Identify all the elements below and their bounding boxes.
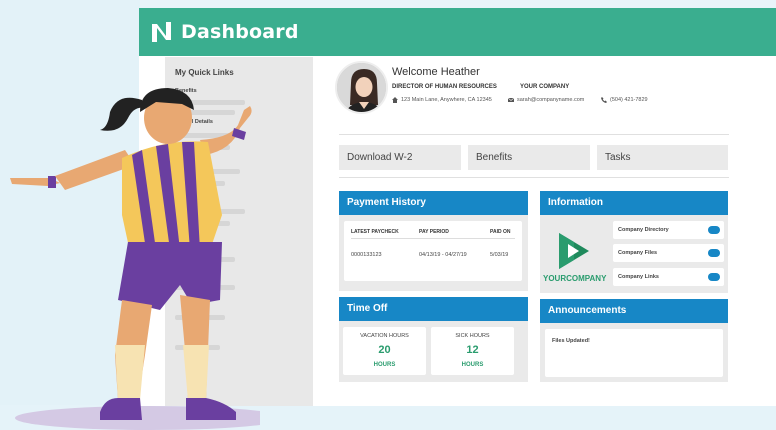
mail-icon [508, 97, 514, 102]
company-logo-icon [559, 233, 589, 269]
sidebar-placeholder-bar [175, 145, 230, 150]
sidebar-placeholder-bar [175, 209, 245, 214]
quick-links-sidebar: My Quick Links Benefits Payroll Details [165, 57, 313, 406]
column-header: PAY PERIOD [419, 229, 449, 235]
sick-label: SICK HOURS [455, 333, 490, 339]
payment-history-title: Payment History [339, 191, 528, 215]
vacation-hours-card: VACATION HOURS 20 HOURS [343, 327, 426, 375]
sidebar-title: My Quick Links [175, 68, 234, 77]
job-title: DIRECTOR OF HUMAN RESOURCES [392, 84, 497, 90]
payment-history-panel: Payment History LATEST PAYCHECK PAY PERI… [339, 191, 528, 291]
dashboard-window: Dashboard My Quick Links Benefits Payrol… [139, 8, 776, 406]
sidebar-placeholder-bar [175, 169, 240, 174]
time-off-title: Time Off [339, 297, 528, 321]
column-header: LATEST PAYCHECK [351, 229, 399, 235]
table-divider [351, 238, 515, 239]
payment-history-card: LATEST PAYCHECK PAY PERIOD PAID ON 00001… [344, 221, 522, 281]
email-text: sarah@companyname.com [517, 97, 585, 103]
vacation-value: 20 [378, 344, 391, 356]
phone-icon [601, 97, 607, 103]
sidebar-placeholder-bar [175, 181, 225, 186]
download-w2-button[interactable]: Download W-2 [339, 145, 461, 170]
paycheck-number[interactable]: 0000133123 [351, 252, 382, 258]
vacation-unit: HOURS [373, 362, 396, 368]
company-files-toggle[interactable] [708, 249, 720, 257]
announcements-title: Announcements [540, 299, 728, 323]
time-off-panel: Time Off VACATION HOURS 20 HOURS SICK HO… [339, 297, 528, 382]
company-files-row[interactable]: Company Files [613, 244, 724, 262]
company-directory-toggle[interactable] [708, 226, 720, 234]
sick-value: 12 [466, 344, 479, 356]
column-header: PAID ON [490, 229, 511, 235]
sidebar-placeholder-bar [175, 100, 245, 105]
divider [339, 134, 729, 135]
sidebar-placeholder-bar [175, 257, 235, 262]
tasks-button[interactable]: Tasks [597, 145, 728, 170]
announcements-panel: Announcements Files Updated! [540, 299, 728, 382]
benefits-button[interactable]: Benefits [468, 145, 590, 170]
information-title: Information [540, 191, 728, 215]
sick-unit: HOURS [461, 362, 484, 368]
phone-info[interactable]: (504) 421-7829 [601, 97, 648, 103]
company-files-label: Company Files [618, 250, 658, 256]
sidebar-placeholder-bar [175, 345, 220, 350]
sidebar-item-benefits[interactable]: Benefits [175, 88, 197, 94]
company-links-toggle[interactable] [708, 273, 720, 281]
avatar [335, 61, 388, 114]
vacation-label: VACATION HOURS [360, 333, 409, 339]
email-info[interactable]: sarah@companyname.com [508, 97, 584, 103]
company-links-label: Company Links [618, 274, 659, 280]
sidebar-placeholder-bar [175, 133, 240, 138]
announcement-card: Files Updated! [545, 329, 723, 377]
background-left [0, 0, 140, 430]
phone-text: (504) 421-7829 [610, 97, 648, 103]
sidebar-placeholder-bar [175, 315, 225, 320]
company-logo-text: YOURCOMPANY [543, 274, 607, 283]
home-icon [392, 97, 398, 103]
announcement-text: Files Updated! [552, 338, 590, 344]
address-info: 123 Main Lane, Anywhere, CA 12345 [392, 97, 492, 103]
page-title: Dashboard [181, 21, 299, 43]
sick-hours-card: SICK HOURS 12 HOURS [431, 327, 514, 375]
background-bottom [0, 405, 776, 430]
company-directory-label: Company Directory [618, 227, 669, 233]
sidebar-placeholder-bar [175, 221, 230, 226]
address-text: 123 Main Lane, Anywhere, CA 12345 [401, 97, 492, 103]
company-directory-row[interactable]: Company Directory [613, 221, 724, 239]
app-header: Dashboard [139, 8, 776, 56]
company-links-row[interactable]: Company Links [613, 268, 724, 286]
profile-portrait-image [337, 63, 386, 112]
welcome-text: Welcome Heather [392, 66, 480, 78]
paid-on-date: 5/03/19 [490, 252, 509, 258]
divider [339, 177, 729, 178]
company-name: YOUR COMPANY [520, 84, 570, 90]
information-panel: Information YOURCOMPANY Company Director… [540, 191, 728, 293]
sidebar-placeholder-bar [175, 285, 235, 290]
pay-period: 04/13/19 - 04/27/19 [419, 252, 467, 258]
sidebar-item-payroll-details[interactable]: Payroll Details [175, 119, 213, 125]
n-logo-icon [152, 22, 171, 42]
sidebar-placeholder-bar [175, 110, 235, 115]
